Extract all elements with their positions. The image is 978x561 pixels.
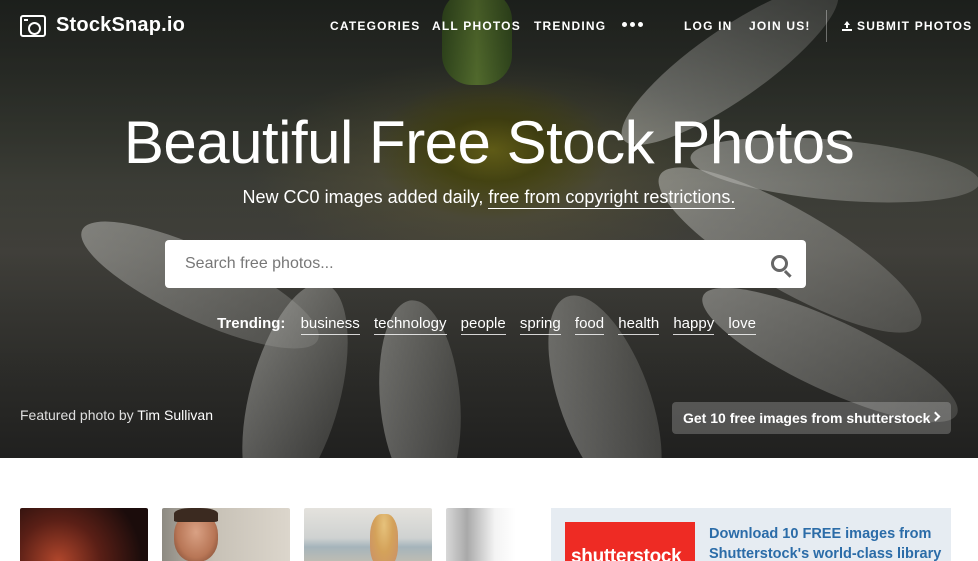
thumbnail-figure <box>370 514 398 561</box>
nav-all-photos[interactable]: ALL PHOTOS <box>432 19 521 33</box>
copyright-link[interactable]: free from copyright restrictions. <box>488 187 736 209</box>
photo-credit: Featured photo by Tim Sullivan <box>20 407 213 423</box>
trending-tag-health[interactable]: health <box>618 315 660 335</box>
search-box <box>165 240 806 288</box>
trending-tag-spring[interactable]: spring <box>519 315 561 335</box>
shutterstock-ad-line2: Shutterstock's world-class library <box>709 546 942 561</box>
search-input[interactable] <box>185 240 745 288</box>
shutterstock-offer-label: Get 10 free images from shutterstock <box>683 410 931 426</box>
photo-credit-prefix: Featured photo by <box>20 407 134 423</box>
hero-title: Beautiful Free Stock Photos <box>123 109 855 176</box>
nav-submit-label: SUBMIT PHOTOS <box>857 19 973 33</box>
shutterstock-ad[interactable]: shutterstock Download 10 FREE images fro… <box>551 508 951 561</box>
trending-tag-happy[interactable]: happy <box>673 315 715 335</box>
hero-banner <box>0 0 978 458</box>
trending-tag-food[interactable]: food <box>574 315 605 335</box>
shutterstock-logo-text: shutterstock <box>571 546 682 561</box>
trending-tags: Trending: business technology people spr… <box>0 315 978 335</box>
shutterstock-ad-text: Download 10 FREE images from Shutterstoc… <box>709 524 941 561</box>
chevron-right-icon <box>930 411 941 422</box>
photo-thumbnail[interactable] <box>162 508 290 561</box>
photo-credit-author[interactable]: Tim Sullivan <box>137 407 213 423</box>
nav-divider <box>826 10 827 42</box>
nav-login[interactable]: LOG IN <box>684 19 733 33</box>
nav-join[interactable]: JOIN US! <box>749 19 811 33</box>
nav-trending[interactable]: TRENDING <box>534 19 606 33</box>
hero-overlay <box>0 0 978 458</box>
site-logo[interactable]: StockSnap.io <box>20 14 185 37</box>
nav-submit-photos[interactable]: SUBMIT PHOTOS <box>842 19 972 33</box>
camera-icon <box>20 14 46 37</box>
brand-name: StockSnap.io <box>56 14 186 36</box>
trending-tag-technology[interactable]: technology <box>373 315 447 335</box>
upload-icon <box>842 21 852 31</box>
photo-thumbnail[interactable] <box>446 508 516 561</box>
photo-thumbnail[interactable] <box>304 508 432 561</box>
search-icon[interactable] <box>771 255 788 272</box>
trending-tag-business[interactable]: business <box>300 315 360 335</box>
more-menu-icon[interactable] <box>622 22 643 27</box>
trending-tag-people[interactable]: people <box>460 315 506 335</box>
shutterstock-ad-line1: Download 10 FREE images from <box>709 526 932 542</box>
hero-subtitle-text: New CC0 images added daily, <box>242 187 484 207</box>
trending-label: Trending: <box>217 315 286 332</box>
shutterstock-logo: shutterstock <box>565 522 695 561</box>
photo-thumbnail[interactable] <box>20 508 148 561</box>
thumbnail-hair <box>174 508 218 522</box>
trending-tag-love[interactable]: love <box>728 315 756 335</box>
nav-categories[interactable]: CATEGORIES <box>330 19 420 33</box>
hero-subtitle: New CC0 images added daily, free from co… <box>0 187 978 209</box>
shutterstock-offer-button[interactable]: Get 10 free images from shutterstock <box>672 402 951 434</box>
